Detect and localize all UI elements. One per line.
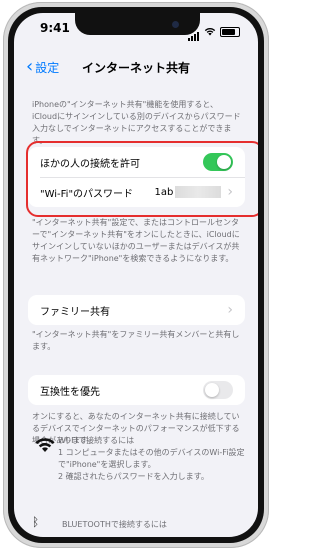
family-sharing-label: ファミリー共有	[40, 306, 110, 318]
phone-frame: 9:41 ‹ 設定 インターネット共有 iPhoneの"インターネット共有"機能…	[3, 2, 269, 548]
notch	[75, 13, 200, 35]
wifi-status-icon	[204, 27, 216, 36]
family-sharing-row[interactable]: ファミリー共有 ›	[28, 295, 245, 325]
bluetooth-icon: ᛒ	[32, 515, 40, 529]
wifi-connect-step1: 1 コンピュータまたはその他のデバイスのWi-Fi設定で"iPhone"を選択し…	[58, 448, 245, 469]
wifi-connect-step2: 2 確認されたらパスワードを入力します。	[58, 472, 209, 481]
hotspot-note: "インターネット共有"設定で、またはコントロールセンターで"インターネット共有"…	[32, 218, 240, 263]
screen: 9:41 ‹ 設定 インターネット共有 iPhoneの"インターネット共有"機能…	[14, 13, 258, 537]
bluetooth-connect-heading: BLUETOOTHで接続するには	[62, 520, 167, 529]
navigation-bar: ‹ 設定 インターネット共有	[14, 51, 258, 81]
compat-group: 互換性を優先	[28, 375, 245, 405]
family-note: "インターネット共有"をファミリー共有メンバーと共有します。	[32, 330, 240, 351]
wifi-icon	[35, 438, 55, 452]
page-title: インターネット共有	[81, 61, 190, 75]
intro-note: iPhoneの"インターネット共有"機能を使用すると、iCloudにサインインし…	[32, 100, 241, 145]
battery-icon	[220, 26, 240, 37]
cellular-signal-icon	[188, 22, 200, 41]
compat-label: 互換性を優先	[40, 386, 100, 398]
wifi-connect-text: WI-FIで接続するには 1 コンピュータまたはその他のデバイスのWi-Fi設定…	[58, 435, 248, 483]
chevron-right-icon: ›	[227, 302, 233, 318]
wifi-connect-heading: WI-FIで接続するには	[58, 436, 135, 445]
phone-bezel: 9:41 ‹ 設定 インターネット共有 iPhoneの"インターネット共有"機能…	[8, 7, 264, 543]
compat-row[interactable]: 互換性を優先	[28, 375, 245, 405]
status-time: 9:41	[40, 21, 70, 35]
compat-toggle[interactable]	[203, 381, 233, 399]
camera	[172, 21, 179, 28]
status-icons	[188, 22, 240, 41]
highlight-annotation	[26, 141, 258, 217]
family-sharing-group: ファミリー共有 ›	[28, 295, 245, 325]
